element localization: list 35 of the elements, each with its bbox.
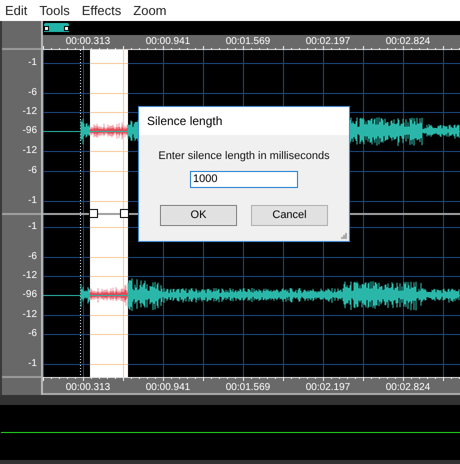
scale-label: -96: [22, 289, 37, 301]
dialog-button[interactable]: OK: [160, 204, 237, 226]
scale-label: -6: [28, 165, 37, 177]
scale-label: -1: [28, 358, 37, 370]
scale-label: -12: [22, 309, 37, 321]
time-label: 00:00.941: [146, 382, 190, 392]
scale-label: -96: [22, 125, 37, 137]
scale-label: -1: [28, 195, 37, 207]
time-label: 00:00.313: [66, 36, 110, 46]
scale-label: -6: [28, 251, 37, 263]
overview-handle[interactable]: [44, 23, 69, 32]
dialog-title: Silence length: [147, 113, 222, 130]
dialog-button[interactable]: Cancel: [251, 204, 328, 226]
time-label: 00:02.197: [306, 36, 350, 46]
time-label: 00:01.569: [226, 36, 270, 46]
scale-label: -12: [22, 145, 37, 157]
menu-item[interactable]: Tools: [39, 0, 70, 20]
time-label: 00:00.313: [66, 382, 110, 392]
resize-grip-icon[interactable]: [341, 233, 347, 239]
scale-label: -6: [28, 328, 37, 340]
time-label: 00:02.197: [306, 382, 350, 392]
menu-item[interactable]: Zoom: [133, 0, 167, 20]
scale-label: -12: [22, 106, 37, 118]
time-label: 00:00.941: [146, 36, 190, 46]
scale-label: -6: [28, 87, 37, 99]
scale-label: -1: [28, 221, 37, 233]
menu-item[interactable]: Edit: [5, 0, 28, 20]
menu-item[interactable]: Effects: [82, 0, 122, 20]
time-label: 00:02.824: [386, 382, 430, 392]
scale-label: -1: [28, 57, 37, 69]
time-label: 00:01.569: [226, 382, 270, 392]
time-label: 00:02.824: [386, 36, 430, 46]
prompt-text: Enter silence length in milliseconds: [158, 149, 330, 164]
scale-label: -12: [22, 270, 37, 282]
input-field[interactable]: 1000: [190, 170, 298, 188]
